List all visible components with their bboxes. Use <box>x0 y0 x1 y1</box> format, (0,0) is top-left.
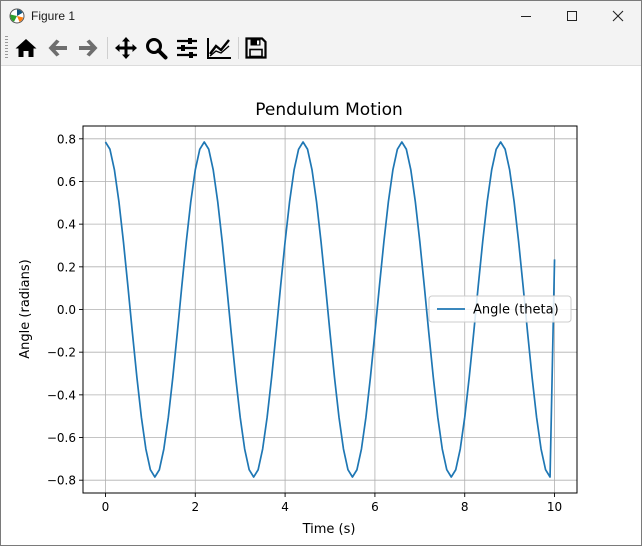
y-tick-label: 0.2 <box>57 260 76 274</box>
y-tick-label: 0.6 <box>57 175 76 189</box>
toolbar-separator <box>107 37 108 59</box>
y-tick-label: 0.8 <box>57 132 76 146</box>
navigation-toolbar <box>1 31 641 66</box>
x-tick-label: 6 <box>371 500 379 514</box>
figure-window: Figure 1 0 2 4 6 8 10 −0.8 −0.6 −0.4 −0.… <box>0 0 642 546</box>
x-tick-label: 8 <box>461 500 469 514</box>
forward-button[interactable] <box>74 34 102 62</box>
y-tick-label: 0.4 <box>57 218 76 232</box>
pan-icon <box>115 37 137 59</box>
edit-axes-button[interactable] <box>205 34 233 62</box>
save-icon <box>245 37 267 59</box>
chart-title: Pendulum Motion <box>255 100 403 120</box>
subplots-button[interactable] <box>173 34 201 62</box>
x-tick-label: 10 <box>547 500 562 514</box>
back-button[interactable] <box>44 34 72 62</box>
zoom-button[interactable] <box>142 34 170 62</box>
minimize-icon <box>521 16 531 17</box>
maximize-button[interactable] <box>549 1 595 31</box>
x-axis-label: Time (s) <box>302 522 356 537</box>
y-tick-label: −0.4 <box>47 388 76 402</box>
back-arrow-icon <box>48 39 67 57</box>
axes-edit-icon <box>207 38 231 59</box>
save-button[interactable] <box>242 34 270 62</box>
y-tick-label: −0.6 <box>47 431 76 445</box>
close-icon <box>612 10 624 22</box>
minimize-button[interactable] <box>503 1 549 31</box>
close-button[interactable] <box>595 1 641 31</box>
y-tick-label: −0.2 <box>47 346 76 360</box>
y-tick-label: −0.8 <box>47 474 76 488</box>
chart[interactable]: 0 2 4 6 8 10 −0.8 −0.6 −0.4 −0.2 0.0 0.2 0.4 0.6 0.8 An… <box>1 66 641 545</box>
legend-label: Angle (theta) <box>473 303 559 318</box>
home-button[interactable] <box>12 34 40 62</box>
home-icon <box>15 39 37 57</box>
maximize-icon <box>567 11 577 21</box>
zoom-icon <box>146 38 168 60</box>
y-tick-label: 0.0 <box>57 303 76 317</box>
x-tick-label: 0 <box>102 500 110 514</box>
x-tick-label: 2 <box>191 500 199 514</box>
pan-button[interactable] <box>112 34 140 62</box>
figure-canvas[interactable]: 0 2 4 6 8 10 −0.8 −0.6 −0.4 −0.2 0.0 0.2 0.4 0.6 0.8 An… <box>1 66 641 545</box>
forward-arrow-icon <box>79 39 98 57</box>
matplotlib-logo-icon <box>9 8 25 24</box>
toolbar-separator <box>238 37 239 59</box>
subplots-icon <box>177 38 197 58</box>
title-bar[interactable]: Figure 1 <box>1 1 641 31</box>
y-axis-label: Angle (radians) <box>18 259 33 358</box>
x-tick-label: 4 <box>281 500 289 514</box>
window-title: Figure 1 <box>31 9 76 23</box>
toolbar-grip[interactable] <box>5 36 8 60</box>
